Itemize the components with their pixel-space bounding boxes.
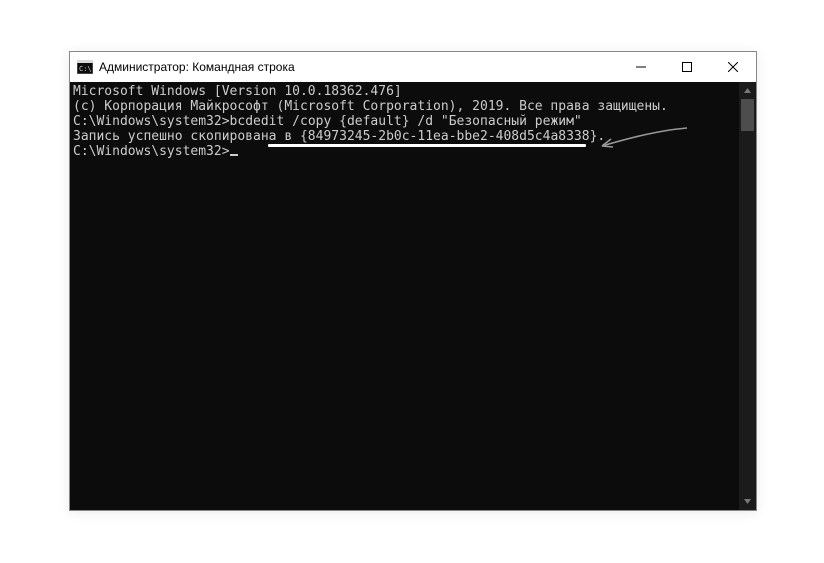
titlebar[interactable]: C:\ Администратор: Командная строка xyxy=(70,52,756,82)
result-suffix: . xyxy=(597,129,605,144)
output-line: Запись успешно скопирована в {84973245-2… xyxy=(73,129,735,144)
annotation-underline xyxy=(268,144,586,147)
scroll-up-button[interactable] xyxy=(739,82,756,99)
maximize-button[interactable] xyxy=(664,52,710,82)
scroll-down-button[interactable] xyxy=(739,493,756,510)
window-title: Администратор: Командная строка xyxy=(99,60,295,74)
cmd-window: C:\ Администратор: Командная строка Micr… xyxy=(69,51,757,511)
output-line: (c) Корпорация Майкрософт (Microsoft Cor… xyxy=(73,99,735,114)
client-area: Microsoft Windows [Version 10.0.18362.47… xyxy=(70,82,756,510)
result-prefix: Запись успешно скопирована в xyxy=(73,129,300,144)
minimize-button[interactable] xyxy=(618,52,664,82)
prompt-path: C:\Windows\system32> xyxy=(73,144,230,159)
scroll-thumb[interactable] xyxy=(741,99,754,131)
prompt-path: C:\Windows\system32> xyxy=(73,114,230,129)
text-cursor xyxy=(230,154,238,156)
vertical-scrollbar[interactable] xyxy=(739,82,756,510)
close-button[interactable] xyxy=(710,52,756,82)
result-guid: {84973245-2b0c-11ea-bbe2-408d5c4a8338} xyxy=(300,129,597,144)
output-line: C:\Windows\system32>bcdedit /copy {defau… xyxy=(73,114,735,129)
cmd-icon: C:\ xyxy=(77,59,93,75)
command-text: bcdedit /copy {default} /d "Безопасный р… xyxy=(230,114,582,129)
output-line: Microsoft Windows [Version 10.0.18362.47… xyxy=(73,84,735,99)
terminal-output[interactable]: Microsoft Windows [Version 10.0.18362.47… xyxy=(70,82,739,510)
svg-text:C:\: C:\ xyxy=(79,65,92,73)
